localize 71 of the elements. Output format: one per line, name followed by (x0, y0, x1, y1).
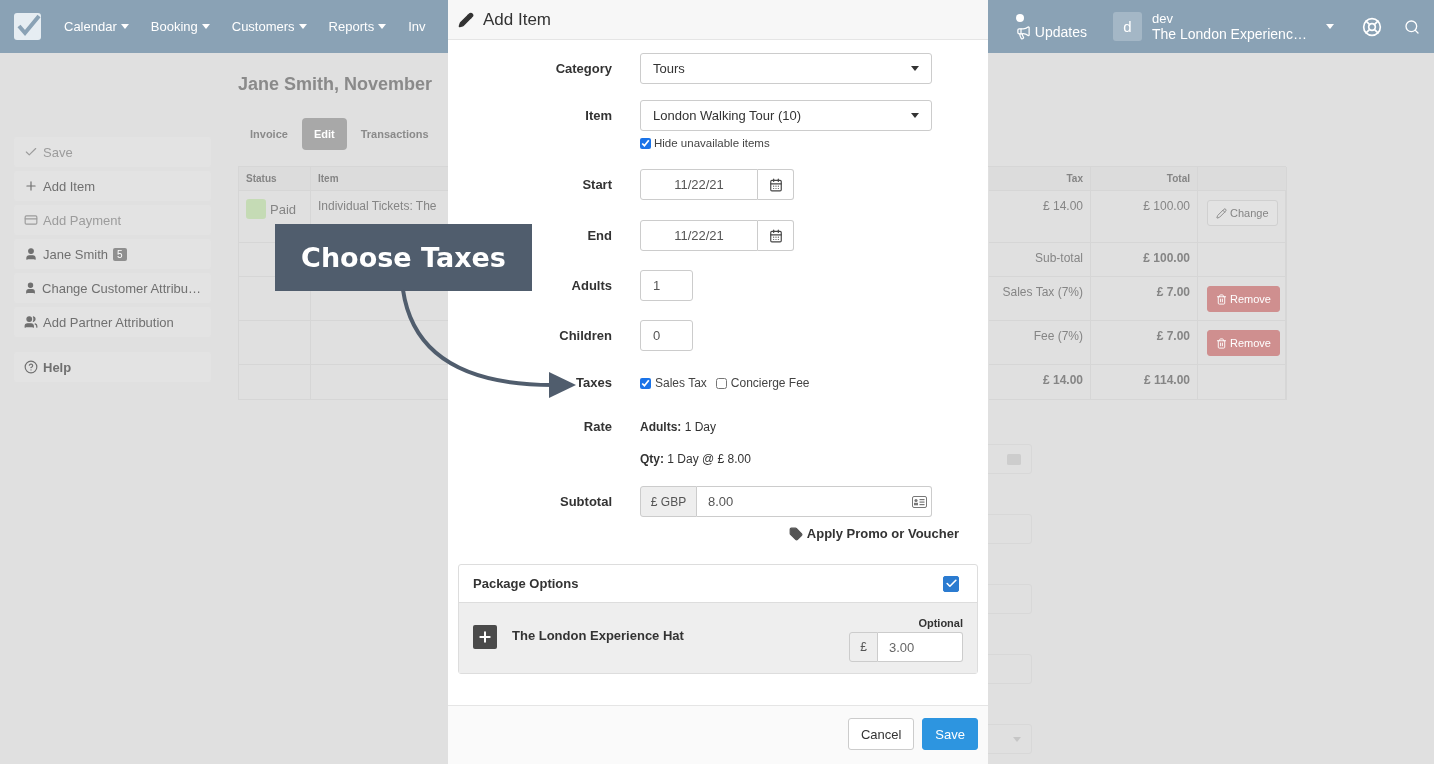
select-field[interactable]: London Walking Tour (10) (640, 100, 932, 131)
nav-menu[interactable]: Calendar (53, 19, 140, 34)
field-label: Taxes (575, 375, 612, 391)
nav-menu[interactable]: Booking (139, 19, 221, 34)
rate-text: Adults: 1 Day (640, 419, 717, 435)
number-field[interactable]: 0 (640, 320, 693, 351)
field-label: Start (581, 176, 612, 194)
tab[interactable]: Transactions (348, 118, 441, 150)
page-title: Jane Smith, November (238, 73, 434, 96)
table-cell: Fee (7%) (989, 321, 1091, 365)
column-header: Total (1091, 167, 1198, 191)
table-cell: Sales Tax (7%) (989, 277, 1091, 321)
amount-field[interactable]: 8.00 (697, 486, 932, 517)
table-cell: £ 14.00 (989, 191, 1091, 243)
date-field[interactable]: 11/22/21 (640, 169, 758, 200)
field-label: Rate (582, 419, 612, 436)
table-cell: £ 100.00 (1091, 243, 1198, 277)
sidebar-label: Change Customer Attribu… (42, 280, 201, 296)
user-name: dev (1152, 10, 1174, 26)
nav-menu[interactable]: Reports (317, 19, 398, 34)
field-label: Subtotal (559, 493, 612, 511)
table-cell: Sub-total (989, 243, 1091, 277)
table-cell: £ 100.00 (1091, 191, 1198, 243)
nav-menu[interactable]: Inv (397, 19, 437, 34)
package-item-name: The London Experience Hat (512, 628, 684, 643)
tab[interactable]: Edit (301, 118, 347, 150)
column-header: Tax (989, 167, 1091, 191)
tab[interactable]: Invoice (238, 118, 300, 150)
field-label: Adults (570, 277, 612, 295)
field-label: End (586, 227, 612, 245)
updates-link[interactable]: Updates (1015, 13, 1087, 40)
select-field[interactable]: Tours (640, 53, 932, 84)
callout: Choose Taxes (275, 224, 532, 291)
rate-text: Qty: 1 Day @ £ 8.00 (640, 451, 752, 467)
count-badge: 5 (113, 247, 127, 261)
price-field[interactable]: 3.00 (878, 632, 963, 662)
table-cell: £ 14.00 (989, 365, 1091, 400)
checkbox-label[interactable]: Concierge Fee (715, 376, 810, 390)
optional-label: Optional (918, 617, 963, 629)
save-button[interactable]: Save (922, 718, 978, 750)
dialog-title: Add Item (483, 9, 552, 30)
avatar[interactable]: d (1113, 12, 1142, 41)
panel-title: Package Options (473, 576, 579, 591)
sidebar-label: Jane Smith (43, 246, 109, 262)
column-header: Item (311, 167, 449, 191)
date-field[interactable]: 11/22/21 (640, 220, 758, 251)
status-text: Paid (270, 202, 297, 217)
currency-addon: £ GBP (640, 486, 697, 517)
nav-menu[interactable]: Customers (220, 19, 318, 34)
checkbox-label[interactable]: Sales Tax (640, 376, 707, 390)
number-field[interactable]: 1 (640, 270, 693, 301)
field-label: Children (558, 327, 612, 345)
table-cell: £ 7.00 (1091, 321, 1198, 365)
sidebar-label: Add Payment (43, 212, 122, 228)
field-label: Category (554, 60, 612, 78)
table-cell: £ 114.00 (1091, 365, 1198, 400)
field-label: Item (584, 107, 612, 125)
apply-promo-link[interactable]: Apply Promo or Voucher (788, 526, 959, 541)
sidebar-label: Add Item (43, 178, 96, 194)
change-button[interactable]: Change (1207, 200, 1278, 226)
sidebar-label: Save (43, 144, 73, 160)
sidebar-label: Help (43, 359, 72, 375)
table-cell: £ 7.00 (1091, 277, 1198, 321)
cancel-button[interactable]: Cancel (847, 718, 915, 750)
sidebar-label: Add Partner Attribution (43, 314, 174, 330)
checkbox-label[interactable]: Hide unavailable items (640, 137, 978, 149)
remove-button[interactable]: Remove (1207, 330, 1280, 356)
company-name: The London Experienc… (1152, 25, 1304, 43)
remove-button[interactable]: Remove (1207, 286, 1280, 312)
currency-addon: £ (849, 632, 878, 662)
column-header: Status (239, 167, 311, 191)
